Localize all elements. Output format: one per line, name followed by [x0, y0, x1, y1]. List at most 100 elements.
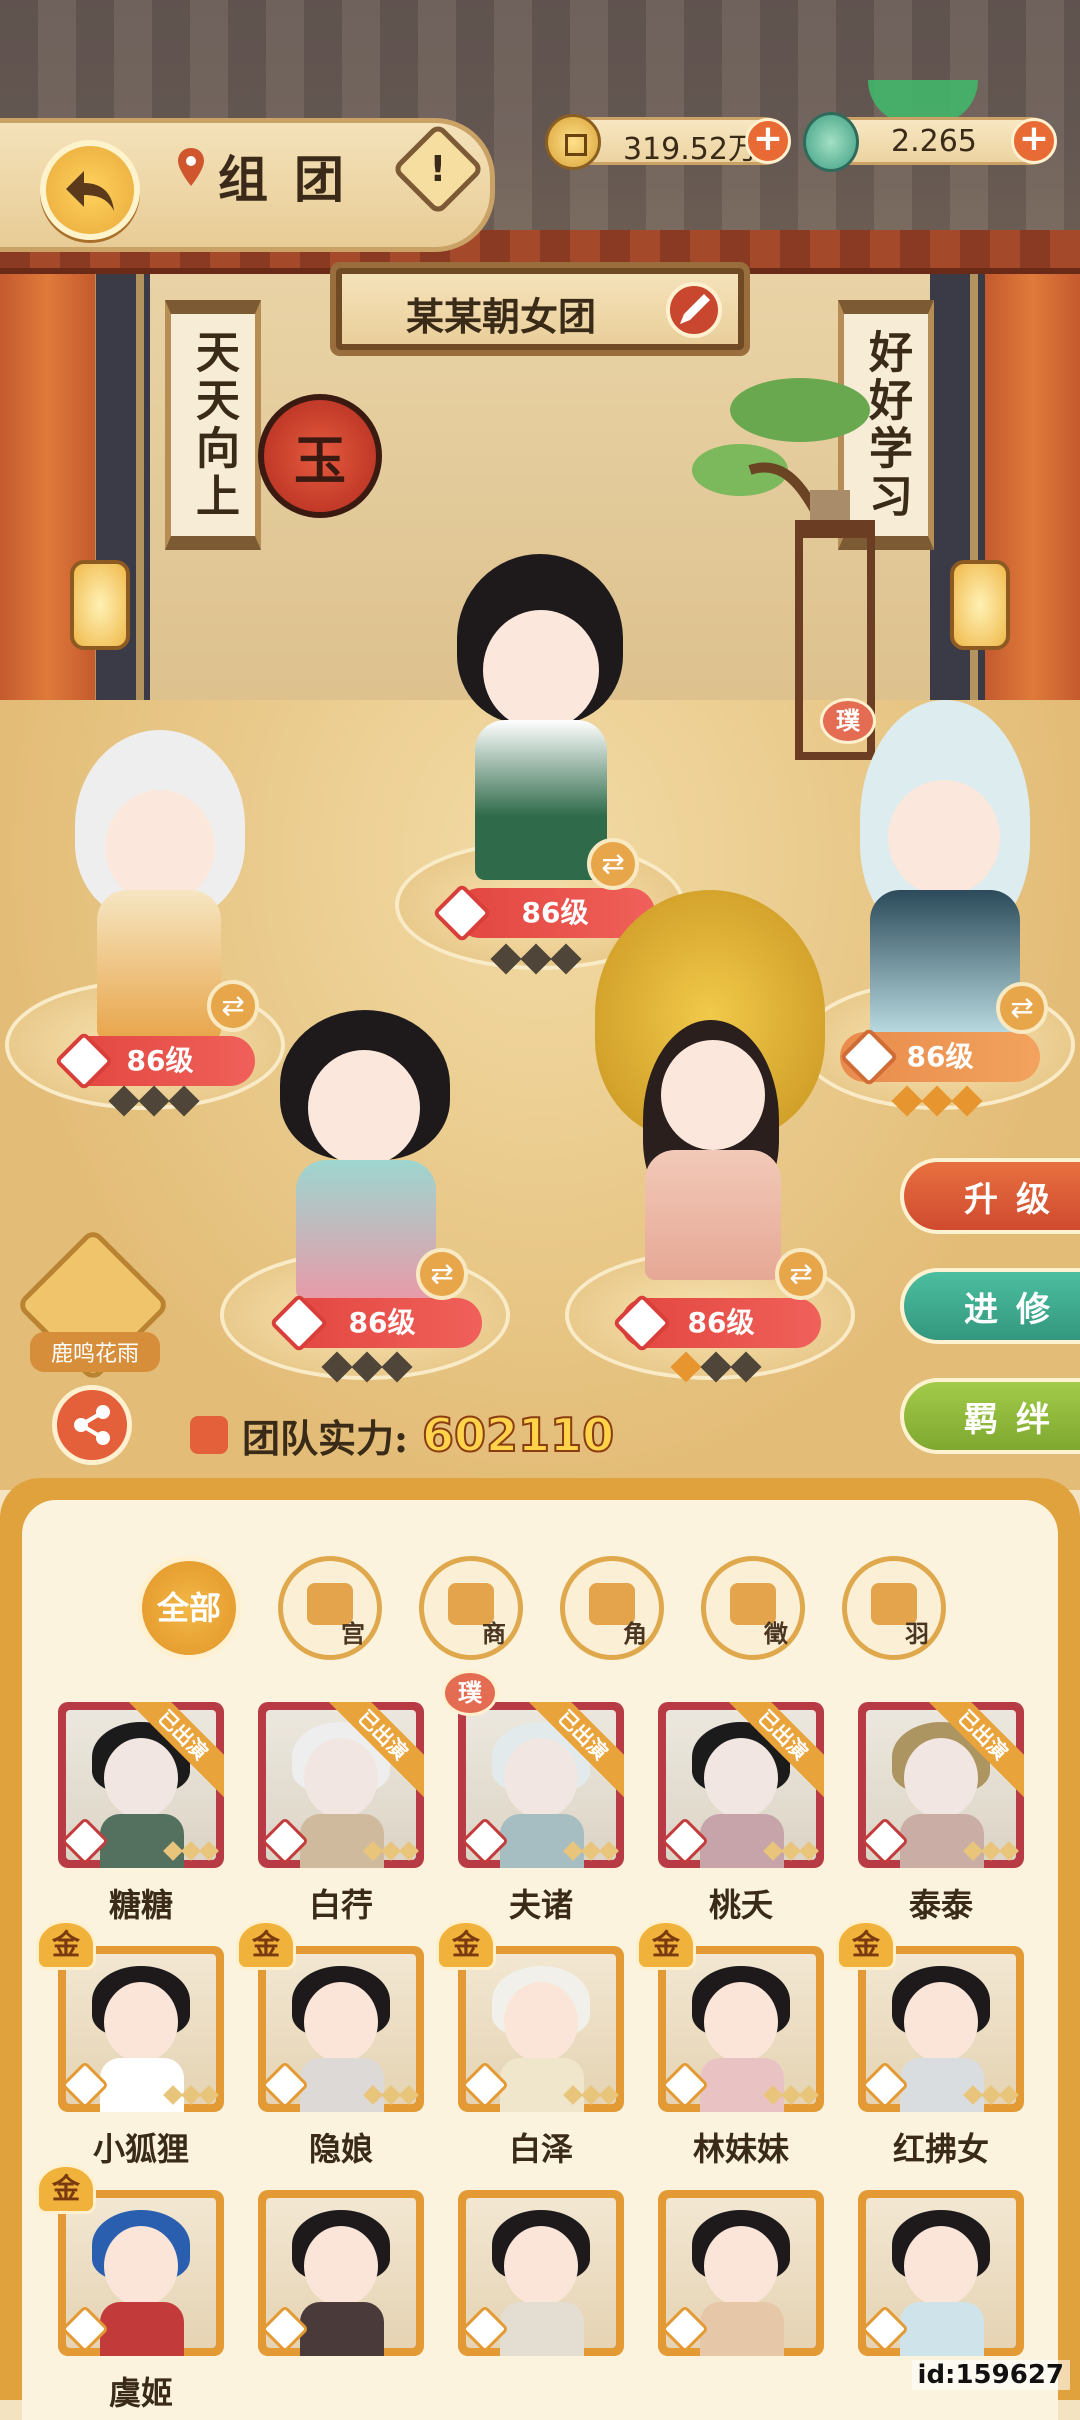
character-face — [483, 610, 599, 730]
jade-icon — [803, 112, 859, 172]
swap-button[interactable]: ⇄ — [587, 838, 639, 890]
filter-jue-label: 角 — [623, 1620, 647, 1648]
filter-jue[interactable]: 角 — [560, 1556, 664, 1660]
scroll-left: 天天向上 — [165, 300, 261, 550]
roster-card[interactable] — [858, 2190, 1024, 2356]
filter-gong[interactable]: 宫 — [278, 1556, 382, 1660]
character-face — [308, 1050, 420, 1166]
user-id: id:159627 — [911, 2360, 1070, 2390]
gold-quality-tag: 金 — [236, 1920, 296, 1970]
card-name: 糖糖 — [108, 1886, 173, 1924]
roster-card[interactable] — [858, 1946, 1024, 2112]
advance-button[interactable]: 进修 — [900, 1268, 1080, 1344]
pu-quality-tag: 璞 — [442, 1670, 498, 1716]
swap-button[interactable]: ⇄ — [996, 982, 1048, 1034]
edit-team-name-button[interactable] — [666, 282, 722, 338]
coin-value: 319.52万 — [623, 132, 758, 167]
filter-all[interactable]: 全部 — [137, 1556, 241, 1660]
card-name: 虞姬 — [108, 2374, 173, 2412]
filter-zhi[interactable]: 徵 — [701, 1556, 805, 1660]
roster-card[interactable] — [58, 2190, 224, 2356]
roster-card[interactable] — [458, 1946, 624, 2112]
character-body — [296, 1160, 436, 1300]
roster-card[interactable]: 已出演 — [258, 1702, 424, 1868]
star-rating — [108, 1085, 200, 1117]
card-stars — [963, 1841, 1019, 1861]
jade-counter: 2.265 + — [803, 112, 1057, 172]
upgrade-button[interactable]: 升级 — [900, 1158, 1080, 1234]
swap-button[interactable]: ⇄ — [416, 1248, 468, 1300]
bonsai-icon — [692, 378, 870, 526]
star-rating — [891, 1085, 983, 1117]
gold-quality-tag: 金 — [636, 1920, 696, 1970]
team-name-banner: 某某朝女团 — [330, 262, 750, 356]
card-name: 林妹妹 — [692, 2130, 789, 2168]
share-icon — [74, 1405, 110, 1445]
lineup-slot-5[interactable]: 86级 ⇄ — [565, 890, 855, 1390]
thumbs-up-icon — [190, 1416, 228, 1454]
gold-quality-tag: 金 — [436, 1920, 496, 1970]
rank-badge-text: 玉 — [293, 430, 346, 492]
star-rating — [321, 1351, 413, 1383]
roster-card[interactable]: 已出演 — [658, 1702, 824, 1868]
brush-icon — [680, 294, 710, 324]
card-stars — [763, 1841, 819, 1861]
help-icon: ! — [429, 148, 447, 190]
card-stars — [363, 2085, 419, 2105]
team-power: 团队实力: 602110 — [190, 1405, 615, 1465]
jade-value: 2.265 — [891, 124, 977, 159]
character-face — [888, 780, 1000, 896]
roster-card[interactable] — [658, 1946, 824, 2112]
team-rank-badge: 玉 — [258, 394, 382, 518]
card-name: 夫诸 — [508, 1886, 573, 1924]
lantern-right-icon — [950, 560, 1010, 650]
pu-quality-tag: 璞 — [820, 698, 876, 744]
roster-card[interactable] — [258, 1946, 424, 2112]
card-stars — [563, 1841, 619, 1861]
character-face — [661, 1040, 765, 1150]
team-power-label: 团队实力: — [242, 1415, 409, 1461]
header-bar: 组团 ! — [0, 118, 500, 258]
roster-card[interactable] — [58, 1946, 224, 2112]
add-jade-button[interactable]: + — [1011, 118, 1057, 164]
card-name: 小狐狸 — [92, 2130, 189, 2168]
filter-yu[interactable]: 羽 — [842, 1556, 946, 1660]
card-stars — [563, 2085, 619, 2105]
character-face — [105, 790, 215, 904]
star-rating — [670, 1351, 762, 1383]
roster-card[interactable] — [658, 2190, 824, 2356]
roster-panel-inner: 全部 宫 商 角 徵 羽 已出演 糖糖 已出演 白荇 已出演 璞 夫诸 已出演 … — [22, 1500, 1058, 2420]
team-name: 某某朝女团 — [405, 294, 596, 339]
swap-button[interactable]: ⇄ — [775, 1248, 827, 1300]
back-button[interactable] — [40, 140, 140, 240]
gold-quality-tag: 金 — [836, 1920, 896, 1970]
filter-shang[interactable]: 商 — [419, 1556, 523, 1660]
roster-card[interactable]: 已出演 — [858, 1702, 1024, 1868]
roster-card[interactable] — [458, 2190, 624, 2356]
coin-counter: 319.52万 + — [545, 114, 791, 170]
character-body — [97, 890, 221, 1040]
card-stars — [163, 1841, 219, 1861]
coin-icon — [545, 114, 601, 170]
roster-card[interactable]: 已出演 — [58, 1702, 224, 1868]
card-name: 白泽 — [508, 2130, 573, 2168]
page-title: 组团 — [218, 150, 370, 209]
lineup-slot-4[interactable]: 86级 ⇄ — [220, 1000, 510, 1390]
bond-button[interactable]: 羁绊 — [900, 1378, 1080, 1454]
card-name: 桃夭 — [708, 1886, 773, 1924]
event-label[interactable]: 鹿鸣花雨 — [30, 1332, 160, 1372]
card-stars — [363, 1841, 419, 1861]
filter-gong-label: 宫 — [341, 1620, 365, 1648]
team-power-value: 602110 — [421, 1407, 615, 1463]
card-stars — [763, 2085, 819, 2105]
roster-card[interactable] — [258, 2190, 424, 2356]
card-name: 白荇 — [308, 1886, 373, 1924]
add-coins-button[interactable]: + — [745, 118, 791, 164]
card-stars — [963, 2085, 1019, 2105]
roster-card[interactable]: 已出演 — [458, 1702, 624, 1868]
character-body — [645, 1150, 781, 1280]
roster-panel: 全部 宫 商 角 徵 羽 已出演 糖糖 已出演 白荇 已出演 璞 夫诸 已出演 … — [0, 1478, 1080, 2420]
share-button[interactable] — [52, 1385, 132, 1465]
card-name: 隐娘 — [308, 2130, 373, 2168]
location-pin-icon — [178, 148, 204, 186]
